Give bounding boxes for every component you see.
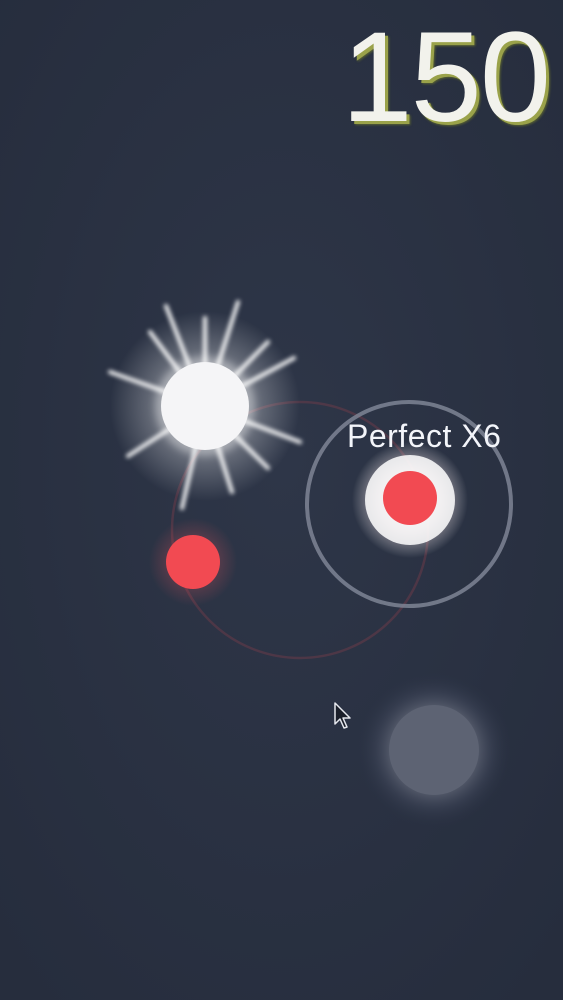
tap-button[interactable] bbox=[356, 672, 512, 828]
score-counter: 150 bbox=[341, 6, 551, 149]
game-field bbox=[0, 0, 563, 1000]
game-stage[interactable]: 150 Perfect X6 bbox=[0, 0, 563, 1000]
red-orb-left bbox=[149, 518, 237, 606]
red-orb-hit bbox=[352, 442, 468, 558]
combo-label: Perfect X6 bbox=[347, 418, 502, 454]
mouse-pointer-icon bbox=[334, 702, 351, 729]
